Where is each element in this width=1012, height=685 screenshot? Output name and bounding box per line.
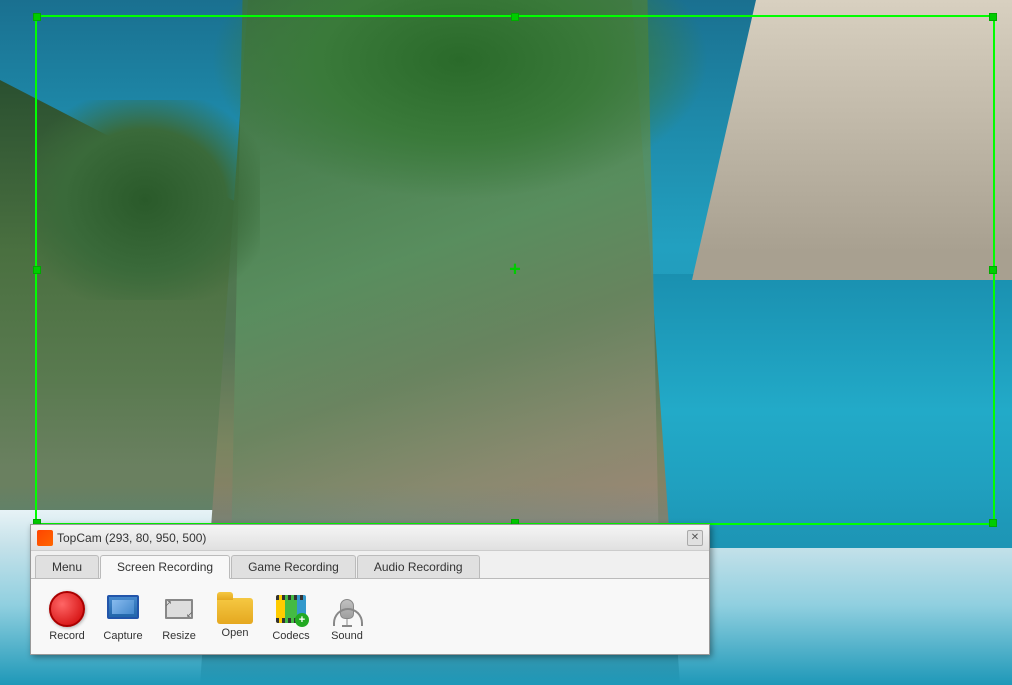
titlebar: TopCam (293, 80, 950, 500) ✕	[31, 525, 709, 551]
tab-audio-recording[interactable]: Audio Recording	[357, 555, 480, 578]
foliage-left	[30, 100, 260, 300]
sound-label: Sound	[331, 630, 363, 642]
open-button[interactable]: Open	[209, 590, 261, 643]
resize-wrapper: ↗ ↙	[161, 593, 197, 625]
sound-icon	[329, 591, 365, 627]
tab-screen-recording[interactable]: Screen Recording	[100, 555, 230, 579]
capture-label: Capture	[103, 630, 142, 642]
capture-button[interactable]: Capture	[97, 587, 149, 646]
capture-screen-graphic	[107, 595, 139, 619]
titlebar-left: TopCam (293, 80, 950, 500)	[37, 530, 206, 546]
resize-monitor-graphic: ↗ ↙	[165, 599, 193, 619]
tabs-bar: Menu Screen Recording Game Recording Aud…	[31, 551, 709, 579]
toolbar-content: Record Capture ↗ ↙ Resize	[31, 579, 709, 654]
plus-badge: +	[295, 613, 309, 627]
tab-game-recording[interactable]: Game Recording	[231, 555, 356, 578]
resize-arrow-topleft: ↗	[165, 599, 172, 608]
capture-icon	[105, 591, 141, 627]
open-label: Open	[222, 627, 249, 639]
codecs-button[interactable]: + Codecs	[265, 587, 317, 646]
record-icon	[49, 591, 85, 627]
open-icon	[217, 594, 253, 624]
sound-button[interactable]: Sound	[321, 587, 373, 646]
record-button[interactable]: Record	[41, 587, 93, 646]
resize-icon: ↗ ↙	[161, 591, 197, 627]
window-title: TopCam (293, 80, 950, 500)	[57, 531, 206, 545]
mic-arc-graphic	[333, 608, 363, 626]
codecs-label: Codecs	[272, 630, 309, 642]
toolbar-window: TopCam (293, 80, 950, 500) ✕ Menu Screen…	[30, 524, 710, 655]
tab-menu[interactable]: Menu	[35, 555, 99, 578]
resize-arrow-bottomright: ↙	[186, 610, 193, 619]
folder-graphic	[217, 598, 253, 624]
record-label: Record	[49, 630, 84, 642]
close-button[interactable]: ✕	[687, 530, 703, 546]
foliage-top	[210, 0, 710, 200]
app-icon	[37, 530, 53, 546]
mic-base-graphic	[342, 625, 352, 627]
resize-button[interactable]: ↗ ↙ Resize	[153, 587, 205, 646]
codecs-icon: +	[273, 591, 309, 627]
resize-label: Resize	[162, 630, 196, 642]
microphone-graphic	[340, 599, 354, 619]
